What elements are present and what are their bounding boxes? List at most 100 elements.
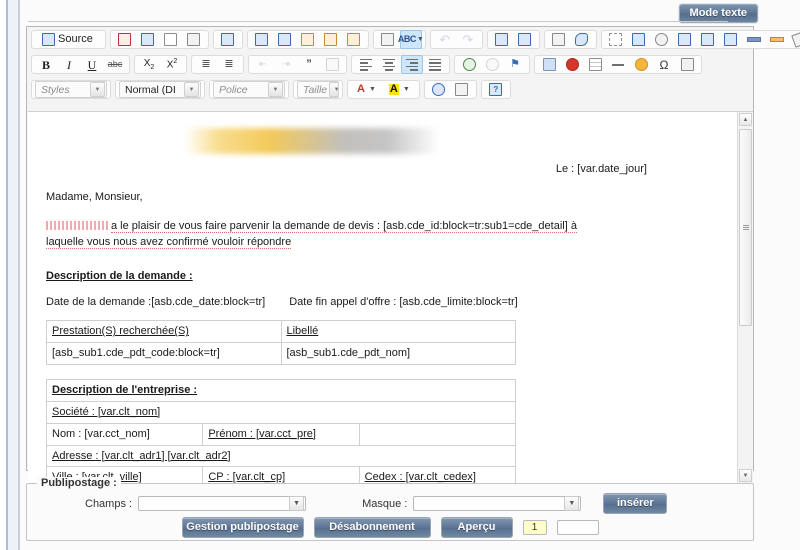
text-color-button[interactable]: A ▼ — [351, 80, 382, 99]
horizontal-rule-button[interactable] — [607, 55, 629, 74]
special-char-button[interactable]: Ω — [653, 55, 675, 74]
intro-text-part2: laquelle vous nous avez confirmé vouloir… — [46, 236, 292, 250]
editor-scrollbar[interactable]: ▲ ▼ — [737, 112, 753, 483]
preview-magnifier-icon — [187, 33, 201, 46]
toolbar-group-colors: A ▼ A ▼ — [347, 80, 420, 99]
page-input-box[interactable] — [556, 520, 599, 535]
paste-word-button[interactable] — [343, 30, 365, 49]
champs-input-wrap[interactable]: ▼ — [138, 496, 307, 511]
source-button[interactable]: Source — [36, 30, 99, 49]
bulleted-list-button[interactable]: ≣ — [218, 55, 240, 74]
strikethrough-button[interactable]: abc — [104, 55, 126, 74]
hidden-field-button[interactable] — [789, 30, 800, 49]
undo-button[interactable]: ↶ — [434, 30, 456, 49]
subscript-button[interactable]: X2 — [138, 55, 160, 74]
paste-button[interactable] — [297, 30, 319, 49]
masque-input-wrap[interactable]: ▼ — [413, 496, 582, 511]
font-select[interactable]: Police ▼ — [213, 81, 285, 98]
new-document-button[interactable] — [160, 30, 182, 49]
print-button[interactable] — [377, 30, 399, 49]
create-div-icon — [325, 58, 339, 71]
save-button[interactable] — [137, 30, 159, 49]
image-button-field-button[interactable] — [766, 30, 788, 49]
numbered-list-button[interactable]: ≣ — [195, 55, 217, 74]
inserer-button[interactable]: insérer — [603, 493, 668, 514]
scroll-down-arrow-icon[interactable]: ▼ — [739, 469, 752, 482]
radio-button-icon — [655, 33, 669, 46]
align-right-icon — [406, 58, 418, 72]
italic-button[interactable]: I — [58, 55, 80, 74]
scrollbar-thumb[interactable] — [739, 129, 752, 326]
gestion-publipostage-button[interactable]: Gestion publipostage — [181, 517, 304, 538]
spellcheck-button[interactable]: ABC ▼ — [398, 30, 424, 49]
redo-button[interactable]: ↷ — [457, 30, 479, 49]
preview-button[interactable] — [183, 30, 205, 49]
document-canvas[interactable]: Le : [var.date_jour] Madame, Monsieur, a… — [28, 112, 737, 483]
button-field-button[interactable] — [743, 30, 765, 49]
link-button[interactable] — [458, 55, 480, 74]
new-page-button[interactable] — [114, 30, 136, 49]
blockquote-button[interactable]: ” — [298, 55, 320, 74]
background-color-button[interactable]: A ▼ — [383, 80, 416, 99]
cut-button[interactable] — [251, 30, 273, 49]
apercu-button[interactable]: Aperçu — [440, 517, 513, 538]
demande-date-value: [asb.cde_date:block=tr] — [151, 295, 266, 308]
text-field-button[interactable] — [674, 30, 696, 49]
image-button[interactable] — [538, 55, 560, 74]
scroll-up-arrow-icon[interactable]: ▲ — [739, 113, 752, 126]
select-field-button[interactable] — [720, 30, 742, 49]
toolbar-group-align — [351, 55, 450, 74]
unlink-button[interactable] — [481, 55, 503, 74]
omega-icon: Ω — [659, 57, 669, 72]
publipostage-legend: Publipostage : — [37, 477, 121, 489]
desabonnement-button[interactable]: Désabonnement — [313, 517, 431, 538]
entreprise-table: Description de l'entreprise : Société : … — [45, 379, 517, 483]
page-break-button[interactable] — [676, 55, 698, 74]
paste-text-button[interactable] — [320, 30, 342, 49]
masque-input[interactable] — [414, 497, 565, 510]
create-div-button[interactable] — [321, 55, 343, 74]
radio-field-button[interactable] — [651, 30, 673, 49]
align-center-icon — [383, 58, 395, 72]
champs-dropdown-icon[interactable]: ▼ — [289, 496, 305, 511]
section-title-demande: Description de la demande : — [46, 269, 193, 282]
smiley-button[interactable] — [630, 55, 652, 74]
superscript-button[interactable]: X2 — [161, 55, 183, 74]
align-left-button[interactable] — [355, 55, 377, 74]
styles-select[interactable]: Styles ▼ — [35, 81, 107, 98]
table-button[interactable] — [584, 55, 606, 74]
find-button[interactable] — [491, 30, 513, 49]
bold-button[interactable]: B — [35, 55, 57, 74]
bulleted-list-icon: ≣ — [224, 58, 234, 70]
maximize-button[interactable] — [428, 80, 450, 99]
flash-button[interactable] — [561, 55, 583, 74]
show-blocks-button[interactable] — [605, 30, 627, 49]
font-size-select[interactable]: Taille ▼ — [297, 81, 339, 98]
templates-button[interactable] — [217, 30, 239, 49]
paragraph-format-select[interactable]: Normal (DI ▼ — [119, 81, 201, 98]
toolbar-row-3: Styles ▼ Normal (DI ▼ Police ▼ Taille A … — [27, 77, 753, 102]
select-all-button[interactable] — [548, 30, 570, 49]
paste-word-icon — [347, 33, 361, 46]
champs-input[interactable] — [139, 497, 290, 510]
cell-pdt-code: [asb_sub1.cde_pdt_code:block=tr] — [46, 342, 282, 366]
checkbox-field-button[interactable] — [628, 30, 650, 49]
about-button[interactable]: ? — [485, 80, 507, 99]
replace-button[interactable] — [514, 30, 536, 49]
increase-indent-button[interactable]: ⇥ — [275, 55, 297, 74]
paste-icon — [301, 33, 315, 46]
anchor-button[interactable]: ⚑ — [504, 55, 526, 74]
underline-button[interactable]: U — [81, 55, 103, 74]
table-row: Description de l'entreprise : — [46, 379, 516, 402]
align-right-button[interactable] — [401, 55, 423, 74]
align-center-button[interactable] — [378, 55, 400, 74]
remove-format-button[interactable] — [571, 30, 593, 49]
textarea-field-button[interactable] — [697, 30, 719, 49]
masque-dropdown-icon[interactable]: ▼ — [564, 496, 580, 511]
align-justify-button[interactable] — [424, 55, 446, 74]
decrease-indent-button[interactable]: ⇤ — [252, 55, 274, 74]
flag-anchor-icon: ⚑ — [510, 58, 520, 70]
show-blocks-button-2[interactable] — [451, 80, 473, 99]
show-blocks-icon — [609, 33, 623, 46]
copy-button[interactable] — [274, 30, 296, 49]
